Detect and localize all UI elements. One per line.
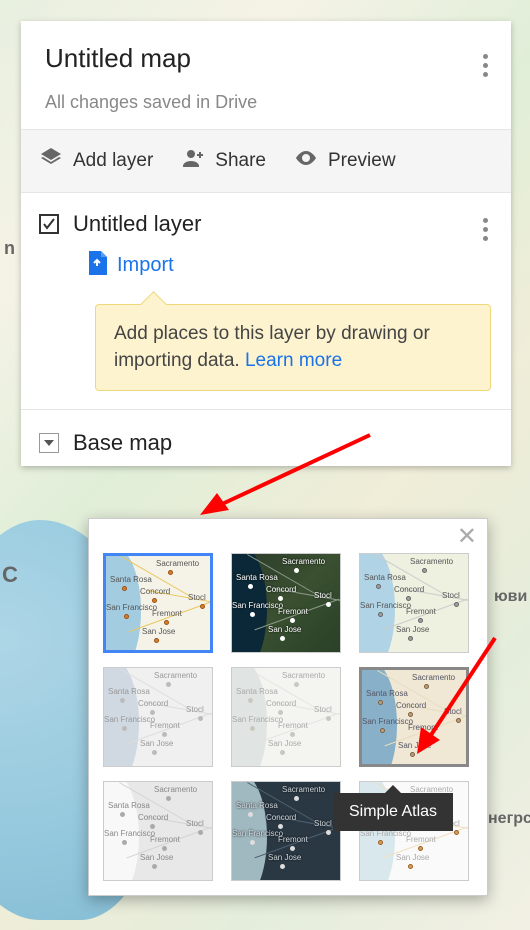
import-label: Import [117,254,174,277]
panel-header: Untitled map All changes saved in Drive [21,21,511,129]
base-map-label: Base map [73,430,172,456]
learn-more-link[interactable]: Learn more [245,350,342,371]
style-thumb-map[interactable]: SacramentoSanta RosaConcordStoclSan Fran… [103,553,213,653]
chevron-down-icon[interactable] [39,433,59,453]
import-file-icon [87,251,107,280]
share-label: Share [215,150,266,172]
eye-icon [294,146,318,176]
layers-icon [39,146,63,176]
style-thumb-mono-city[interactable]: SacramentoSanta RosaConcordStoclSan Fran… [231,667,341,767]
style-thumb-terrain[interactable]: SacramentoSanta RosaConcordStoclSan Fran… [359,553,469,653]
map-title[interactable]: Untitled map [45,43,487,74]
bg-label: n [4,238,15,259]
toolbar: Add layer Share Preview [21,129,511,193]
share-button[interactable]: Share [181,146,266,176]
base-map-style-picker: ✕ SacramentoSanta RosaConcordStoclSan Fr… [88,518,488,896]
add-layer-label: Add layer [73,150,153,172]
layer-visibility-checkbox[interactable] [39,214,59,234]
tip-box: Add places to this layer by drawing or i… [95,304,491,391]
layer-name[interactable]: Untitled layer [73,211,201,237]
layer-more-button[interactable] [473,213,497,245]
style-thumb-light-political[interactable]: SacramentoSanta RosaConcordStoclSan Fran… [103,667,213,767]
layer-section: Untitled layer Import Add places to this… [21,193,511,409]
style-tooltip: Simple Atlas [333,793,453,831]
preview-button[interactable]: Preview [294,146,396,176]
bg-label: юви [494,588,527,606]
add-layer-button[interactable]: Add layer [39,146,153,176]
preview-label: Preview [328,150,396,172]
bg-label: C [2,562,18,588]
save-status: All changes saved in Drive [45,92,487,113]
bg-label: негрс [488,810,530,828]
style-grid: SacramentoSanta RosaConcordStoclSan Fran… [103,553,473,881]
map-more-button[interactable] [473,49,497,81]
person-add-icon [181,146,205,176]
map-panel: Untitled map All changes saved in Drive … [21,21,511,466]
import-button[interactable]: Import [87,251,493,280]
layer-row: Untitled layer [39,211,493,237]
close-icon[interactable]: ✕ [457,525,477,549]
style-thumb-dark-landmass[interactable]: SacramentoSanta RosaConcordStoclSan Fran… [231,781,341,881]
style-thumb-satellite[interactable]: SacramentoSanta RosaConcordStoclSan Fran… [231,553,341,653]
style-thumb-whitewater[interactable]: SacramentoSanta RosaConcordStoclSan Fran… [103,781,213,881]
style-thumb-simple-atlas[interactable]: SacramentoSanta RosaConcordStoclSan Fran… [359,667,469,767]
base-map-row[interactable]: Base map [21,409,511,466]
